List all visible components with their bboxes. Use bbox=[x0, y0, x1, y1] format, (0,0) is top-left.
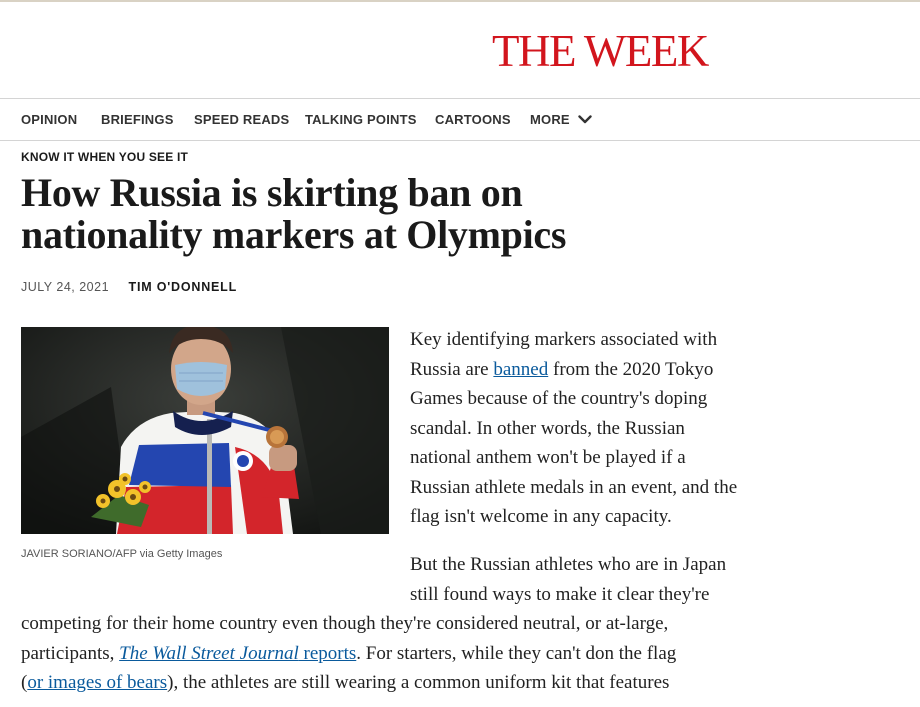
article-image bbox=[21, 327, 389, 534]
nav-item-speed-reads[interactable]: SPEED READS bbox=[194, 99, 289, 140]
paragraph-line: But the Russian athletes who are in Japa… bbox=[410, 554, 727, 575]
author-link[interactable]: TIM O'DONNELL bbox=[129, 280, 238, 294]
text-fragment: Russia are bbox=[410, 358, 494, 380]
nav-item-opinion[interactable]: OPINION bbox=[21, 99, 77, 140]
nav-item-more[interactable]: MORE bbox=[530, 99, 592, 140]
paragraph-line: participants, The Wall Street Journal re… bbox=[21, 639, 901, 669]
headline-line: nationality markers at Olympics bbox=[21, 212, 567, 257]
publish-date: JULY 24, 2021 bbox=[21, 280, 110, 294]
paragraph-line: Games because of the country's doping bbox=[410, 388, 708, 409]
nav-item-talking-points[interactable]: TALKING POINTS bbox=[305, 99, 417, 140]
paragraph-line: competing for their home country even th… bbox=[21, 613, 669, 634]
chevron-down-icon bbox=[578, 99, 592, 140]
wsj-link-rest: reports bbox=[298, 642, 357, 664]
article-paragraph: But the Russian athletes who are in Japa… bbox=[410, 550, 810, 609]
article-paragraph-continued: competing for their home country even th… bbox=[21, 609, 901, 698]
paragraph-line: scandal. In other words, the Russian bbox=[410, 417, 685, 439]
banned-link[interactable]: banned bbox=[493, 359, 548, 380]
text-fragment: . For starters, while they can't don the… bbox=[356, 642, 677, 664]
article-kicker[interactable]: KNOW IT WHEN YOU SEE IT bbox=[21, 150, 188, 164]
nav-item-briefings[interactable]: BRIEFINGS bbox=[101, 99, 174, 140]
image-caption: JAVIER SORIANO/AFP via Getty Images bbox=[21, 548, 223, 560]
bears-images-link[interactable]: or images of bears bbox=[27, 672, 167, 693]
paragraph-line: Russian athlete medals in an event, and … bbox=[410, 476, 738, 498]
paragraph-line: still found ways to make it clear they'r… bbox=[410, 583, 710, 605]
paragraph-line: (or images of bears), the athletes are s… bbox=[21, 668, 901, 698]
text-fragment: ), the athletes are still wearing a comm… bbox=[167, 672, 670, 693]
wsj-report-link[interactable]: The Wall Street Journal reports bbox=[119, 643, 356, 664]
main-nav: OPINION BRIEFINGS SPEED READS TALKING PO… bbox=[0, 98, 920, 141]
masthead: THE WEEK bbox=[0, 2, 920, 98]
headline-line: How Russia is skirting ban on bbox=[21, 170, 523, 215]
paragraph-line: national anthem won't be played if a bbox=[410, 447, 686, 468]
nav-item-cartoons[interactable]: CARTOONS bbox=[435, 99, 511, 140]
paragraph-line: flag isn't welcome in any capacity. bbox=[410, 506, 672, 527]
text-fragment: participants, bbox=[21, 642, 120, 664]
paragraph-line: Russia are banned from the 2020 Tokyo bbox=[410, 355, 810, 385]
article-headline: How Russia is skirting ban on nationalit… bbox=[21, 172, 701, 256]
wsj-link-title: The Wall Street Journal bbox=[119, 642, 299, 664]
paragraph-line: Key identifying markers associated with bbox=[410, 329, 718, 350]
nav-item-more-label: MORE bbox=[530, 112, 570, 127]
text-fragment: from the 2020 Tokyo bbox=[548, 358, 714, 380]
article-meta: JULY 24, 2021 TIM O'DONNELL bbox=[21, 280, 237, 294]
article-paragraph: Key identifying markers associated with … bbox=[410, 325, 810, 532]
site-logo[interactable]: THE WEEK bbox=[492, 25, 709, 77]
